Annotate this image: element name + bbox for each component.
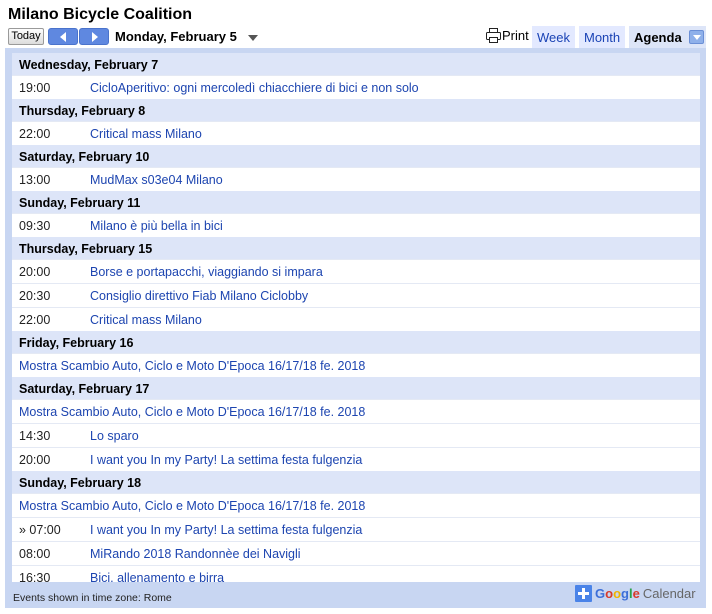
event-time: » 07:00: [19, 522, 61, 537]
tab-month[interactable]: Month: [579, 26, 626, 48]
event-time: 22:00: [19, 312, 51, 327]
event-time: 20:30: [19, 288, 51, 303]
day-header: Wednesday, February 7: [12, 53, 700, 75]
event-row[interactable]: Mostra Scambio Auto, Ciclo e Moto D'Epoc…: [12, 493, 700, 517]
event-title-link[interactable]: Mostra Scambio Auto, Ciclo e Moto D'Epoc…: [12, 359, 365, 373]
today-button[interactable]: Today: [8, 28, 44, 45]
event-row[interactable]: 22:00 Critical mass Milano: [12, 121, 700, 145]
add-plus-icon: [575, 584, 592, 602]
event-time: 08:00: [19, 546, 51, 561]
agenda-list[interactable]: Wednesday, February 7 19:00 CicloAperitivo…: [12, 53, 700, 582]
event-time: 20:00: [19, 452, 51, 467]
event-title-link[interactable]: Critical mass Milano: [90, 127, 202, 141]
event-row[interactable]: 20:00 I want you In my Party! La settima …: [12, 447, 700, 471]
day-header: Thursday, February 8: [12, 99, 700, 121]
tab-agenda[interactable]: Agenda: [629, 26, 706, 48]
gcal-calendar-label: Calendar: [642, 585, 696, 601]
event-time: 16:30: [19, 570, 51, 583]
next-button[interactable]: [79, 28, 109, 45]
event-title-link[interactable]: Consiglio direttivo Fiab Milano Ciclobby: [90, 289, 308, 303]
event-time: 14:30: [19, 428, 51, 443]
event-row[interactable]: 13:00 MudMax s03e04 Milano: [12, 167, 700, 191]
google-calendar-button[interactable]: Google Calendar: [575, 584, 696, 602]
event-title-link[interactable]: Critical mass Milano: [90, 313, 202, 327]
tab-week[interactable]: Week: [532, 26, 575, 48]
timezone-note: Events shown in time zone: Rome: [13, 592, 172, 604]
print-label: Print: [502, 28, 529, 43]
agenda-panel: Wednesday, February 7 19:00 CicloAperitivo…: [5, 48, 706, 608]
event-title-link[interactable]: MiRando 2018 Randonnèe dei Navigli: [90, 547, 301, 561]
event-row[interactable]: 16:30 Bici, allenamento e birra: [12, 565, 700, 582]
calendar-toolbar: Today Monday, February 5 Print Week Mont…: [8, 26, 706, 48]
current-date-label[interactable]: Monday, February 5: [115, 29, 237, 44]
event-title-link[interactable]: MudMax s03e04 Milano: [90, 173, 223, 187]
event-title-link[interactable]: Mostra Scambio Auto, Ciclo e Moto D'Epoc…: [12, 499, 365, 513]
event-time: 19:00: [19, 80, 51, 95]
caret-down-icon: [693, 35, 701, 40]
google-logo: Google: [595, 585, 640, 601]
event-time: 20:00: [19, 264, 51, 279]
event-row[interactable]: 20:00 Borse e portapacchi, viaggiando si …: [12, 259, 700, 283]
day-header: Friday, February 16: [12, 331, 700, 353]
event-title-link[interactable]: Lo sparo: [90, 429, 139, 443]
event-title-link[interactable]: Mostra Scambio Auto, Ciclo e Moto D'Epoc…: [12, 405, 365, 419]
agenda-dropdown-button[interactable]: [689, 30, 704, 44]
event-time: 09:30: [19, 218, 51, 233]
event-row[interactable]: 22:00 Critical mass Milano: [12, 307, 700, 331]
event-row[interactable]: 14:30 Lo sparo: [12, 423, 700, 447]
day-header: Thursday, February 15: [12, 237, 700, 259]
chevron-right-icon: [92, 32, 98, 42]
tab-agenda-label: Agenda: [634, 30, 682, 45]
caret-down-icon[interactable]: [248, 35, 258, 41]
event-row[interactable]: 09:30 Milano è più bella in bici: [12, 213, 700, 237]
event-title-link[interactable]: Bici, allenamento e birra: [90, 571, 224, 583]
chevron-left-icon: [60, 32, 66, 42]
event-title-link[interactable]: Borse e portapacchi, viaggiando si impar…: [90, 265, 323, 279]
event-row[interactable]: 08:00 MiRando 2018 Randonnèe dei Navigli: [12, 541, 700, 565]
event-row[interactable]: 19:00 CicloAperitivo: ogni mercoledì chia…: [12, 75, 700, 99]
event-title-link[interactable]: I want you In my Party! La settima festa…: [90, 453, 362, 467]
day-header: Sunday, February 18: [12, 471, 700, 493]
event-row[interactable]: Mostra Scambio Auto, Ciclo e Moto D'Epoc…: [12, 353, 700, 377]
prev-button[interactable]: [48, 28, 78, 45]
day-header: Saturday, February 17: [12, 377, 700, 399]
event-time: 22:00: [19, 126, 51, 141]
event-row[interactable]: » 07:00 I want you In my Party! La settim…: [12, 517, 700, 541]
event-row[interactable]: 20:30 Consiglio direttivo Fiab Milano Cic…: [12, 283, 700, 307]
print-button[interactable]: Print: [486, 27, 529, 47]
event-title-link[interactable]: I want you In my Party! La settima festa…: [90, 523, 362, 537]
event-title-link[interactable]: CicloAperitivo: ogni mercoledì chiacchie…: [90, 81, 419, 95]
day-header: Saturday, February 10: [12, 145, 700, 167]
event-row[interactable]: Mostra Scambio Auto, Ciclo e Moto D'Epoc…: [12, 399, 700, 423]
day-header: Sunday, February 11: [12, 191, 700, 213]
event-time: 13:00: [19, 172, 51, 187]
calendar-title: Milano Bicycle Coalition: [8, 6, 193, 23]
event-title-link[interactable]: Milano è più bella in bici: [90, 219, 223, 233]
printer-icon: [486, 28, 501, 43]
